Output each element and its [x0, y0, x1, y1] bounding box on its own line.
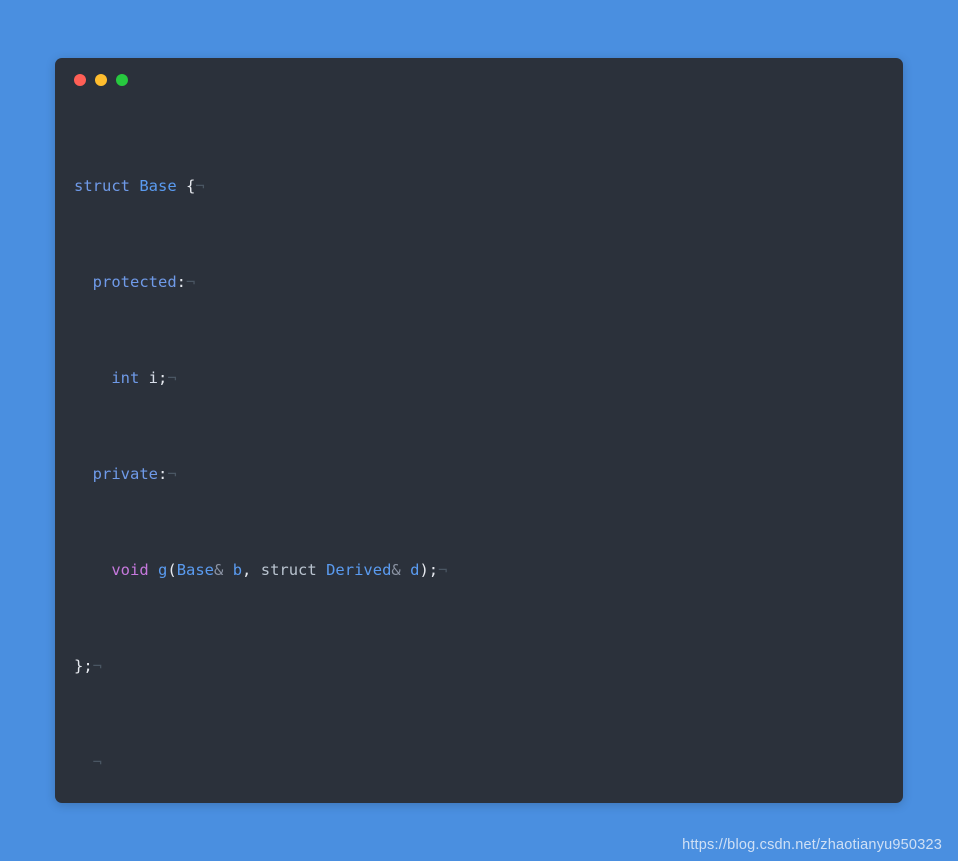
close-button[interactable] [74, 74, 86, 86]
code-line: void g(Base& b, struct Derived& d);¬ [111, 561, 448, 579]
code-window: struct Base {¬ protected:¬ int i;¬ priva… [55, 58, 903, 803]
code-line: protected:¬ [92, 273, 196, 291]
maximize-button[interactable] [116, 74, 128, 86]
code-line: ¬ [92, 753, 103, 771]
code-line: };¬ [74, 657, 103, 675]
window-titlebar [55, 58, 903, 102]
watermark: https://blog.csdn.net/zhaotianyu950323 [682, 837, 942, 853]
minimize-button[interactable] [95, 74, 107, 86]
code-block[interactable]: struct Base {¬ protected:¬ int i;¬ priva… [55, 102, 903, 803]
code-line: private:¬ [92, 465, 177, 483]
code-line: struct Base {¬ [74, 177, 205, 195]
code-line: int i;¬ [111, 369, 177, 387]
